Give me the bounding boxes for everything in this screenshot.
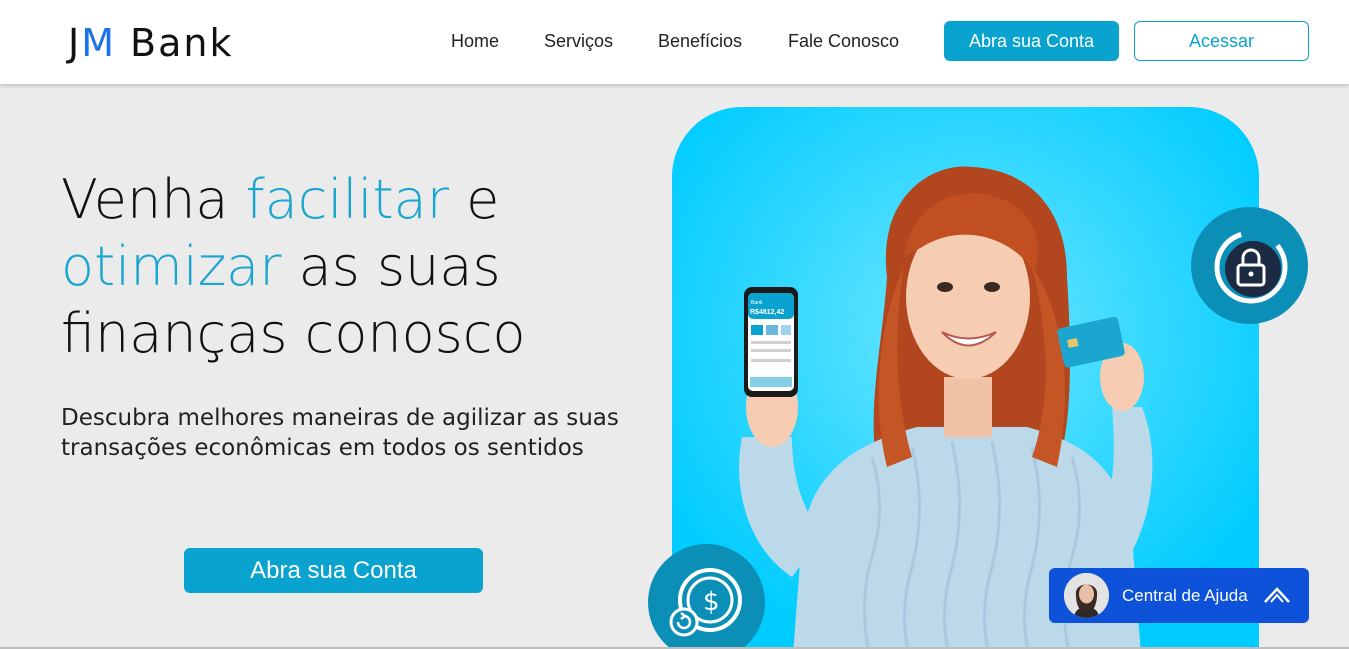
- logo-m: M: [81, 21, 117, 65]
- open-account-button[interactable]: Abra sua Conta: [944, 21, 1119, 61]
- hero-subtitle: Descubra melhores maneiras de agilizar a…: [61, 405, 619, 461]
- hero-title-word: as suas: [281, 235, 501, 298]
- hero-title-word: e: [448, 168, 500, 231]
- login-button[interactable]: Acessar: [1134, 21, 1309, 61]
- nav-servicos[interactable]: Serviços: [544, 31, 613, 51]
- svg-text:$: $: [703, 587, 720, 617]
- support-agent-avatar: [1064, 573, 1109, 618]
- hero-title: Venha facilitar e otimizar as suas finan…: [61, 166, 621, 367]
- hero-open-account-button[interactable]: Abra sua Conta: [184, 548, 483, 593]
- jm-bank-logo[interactable]: JM Bank: [68, 20, 233, 66]
- nav-fale-conosco[interactable]: Fale Conosco: [788, 31, 899, 51]
- coin-exchange-icon: $: [648, 544, 765, 649]
- hero-title-word: Venha: [61, 168, 246, 231]
- nav-home[interactable]: Home: [451, 31, 499, 51]
- logo-bank: Bank: [130, 21, 234, 65]
- help-center-label: Central de Ajuda: [1122, 586, 1248, 605]
- nav-beneficios[interactable]: Benefícios: [658, 31, 742, 51]
- phone-brand: Bank: [751, 300, 763, 306]
- help-center-widget[interactable]: Central de Ajuda: [1049, 568, 1309, 623]
- hero-title-word: finanças conosco: [61, 302, 526, 365]
- phone-balance: R$4812,42: [750, 309, 784, 316]
- logo-j: J: [68, 21, 82, 65]
- hero-title-highlight: otimizar: [61, 235, 282, 298]
- chevron-up-icon[interactable]: [1262, 582, 1292, 608]
- lock-refresh-icon: [1191, 207, 1308, 324]
- site-header: JM Bank Home Serviços Benefícios Fale Con…: [0, 0, 1349, 84]
- hero-title-highlight: facilitar: [245, 168, 449, 231]
